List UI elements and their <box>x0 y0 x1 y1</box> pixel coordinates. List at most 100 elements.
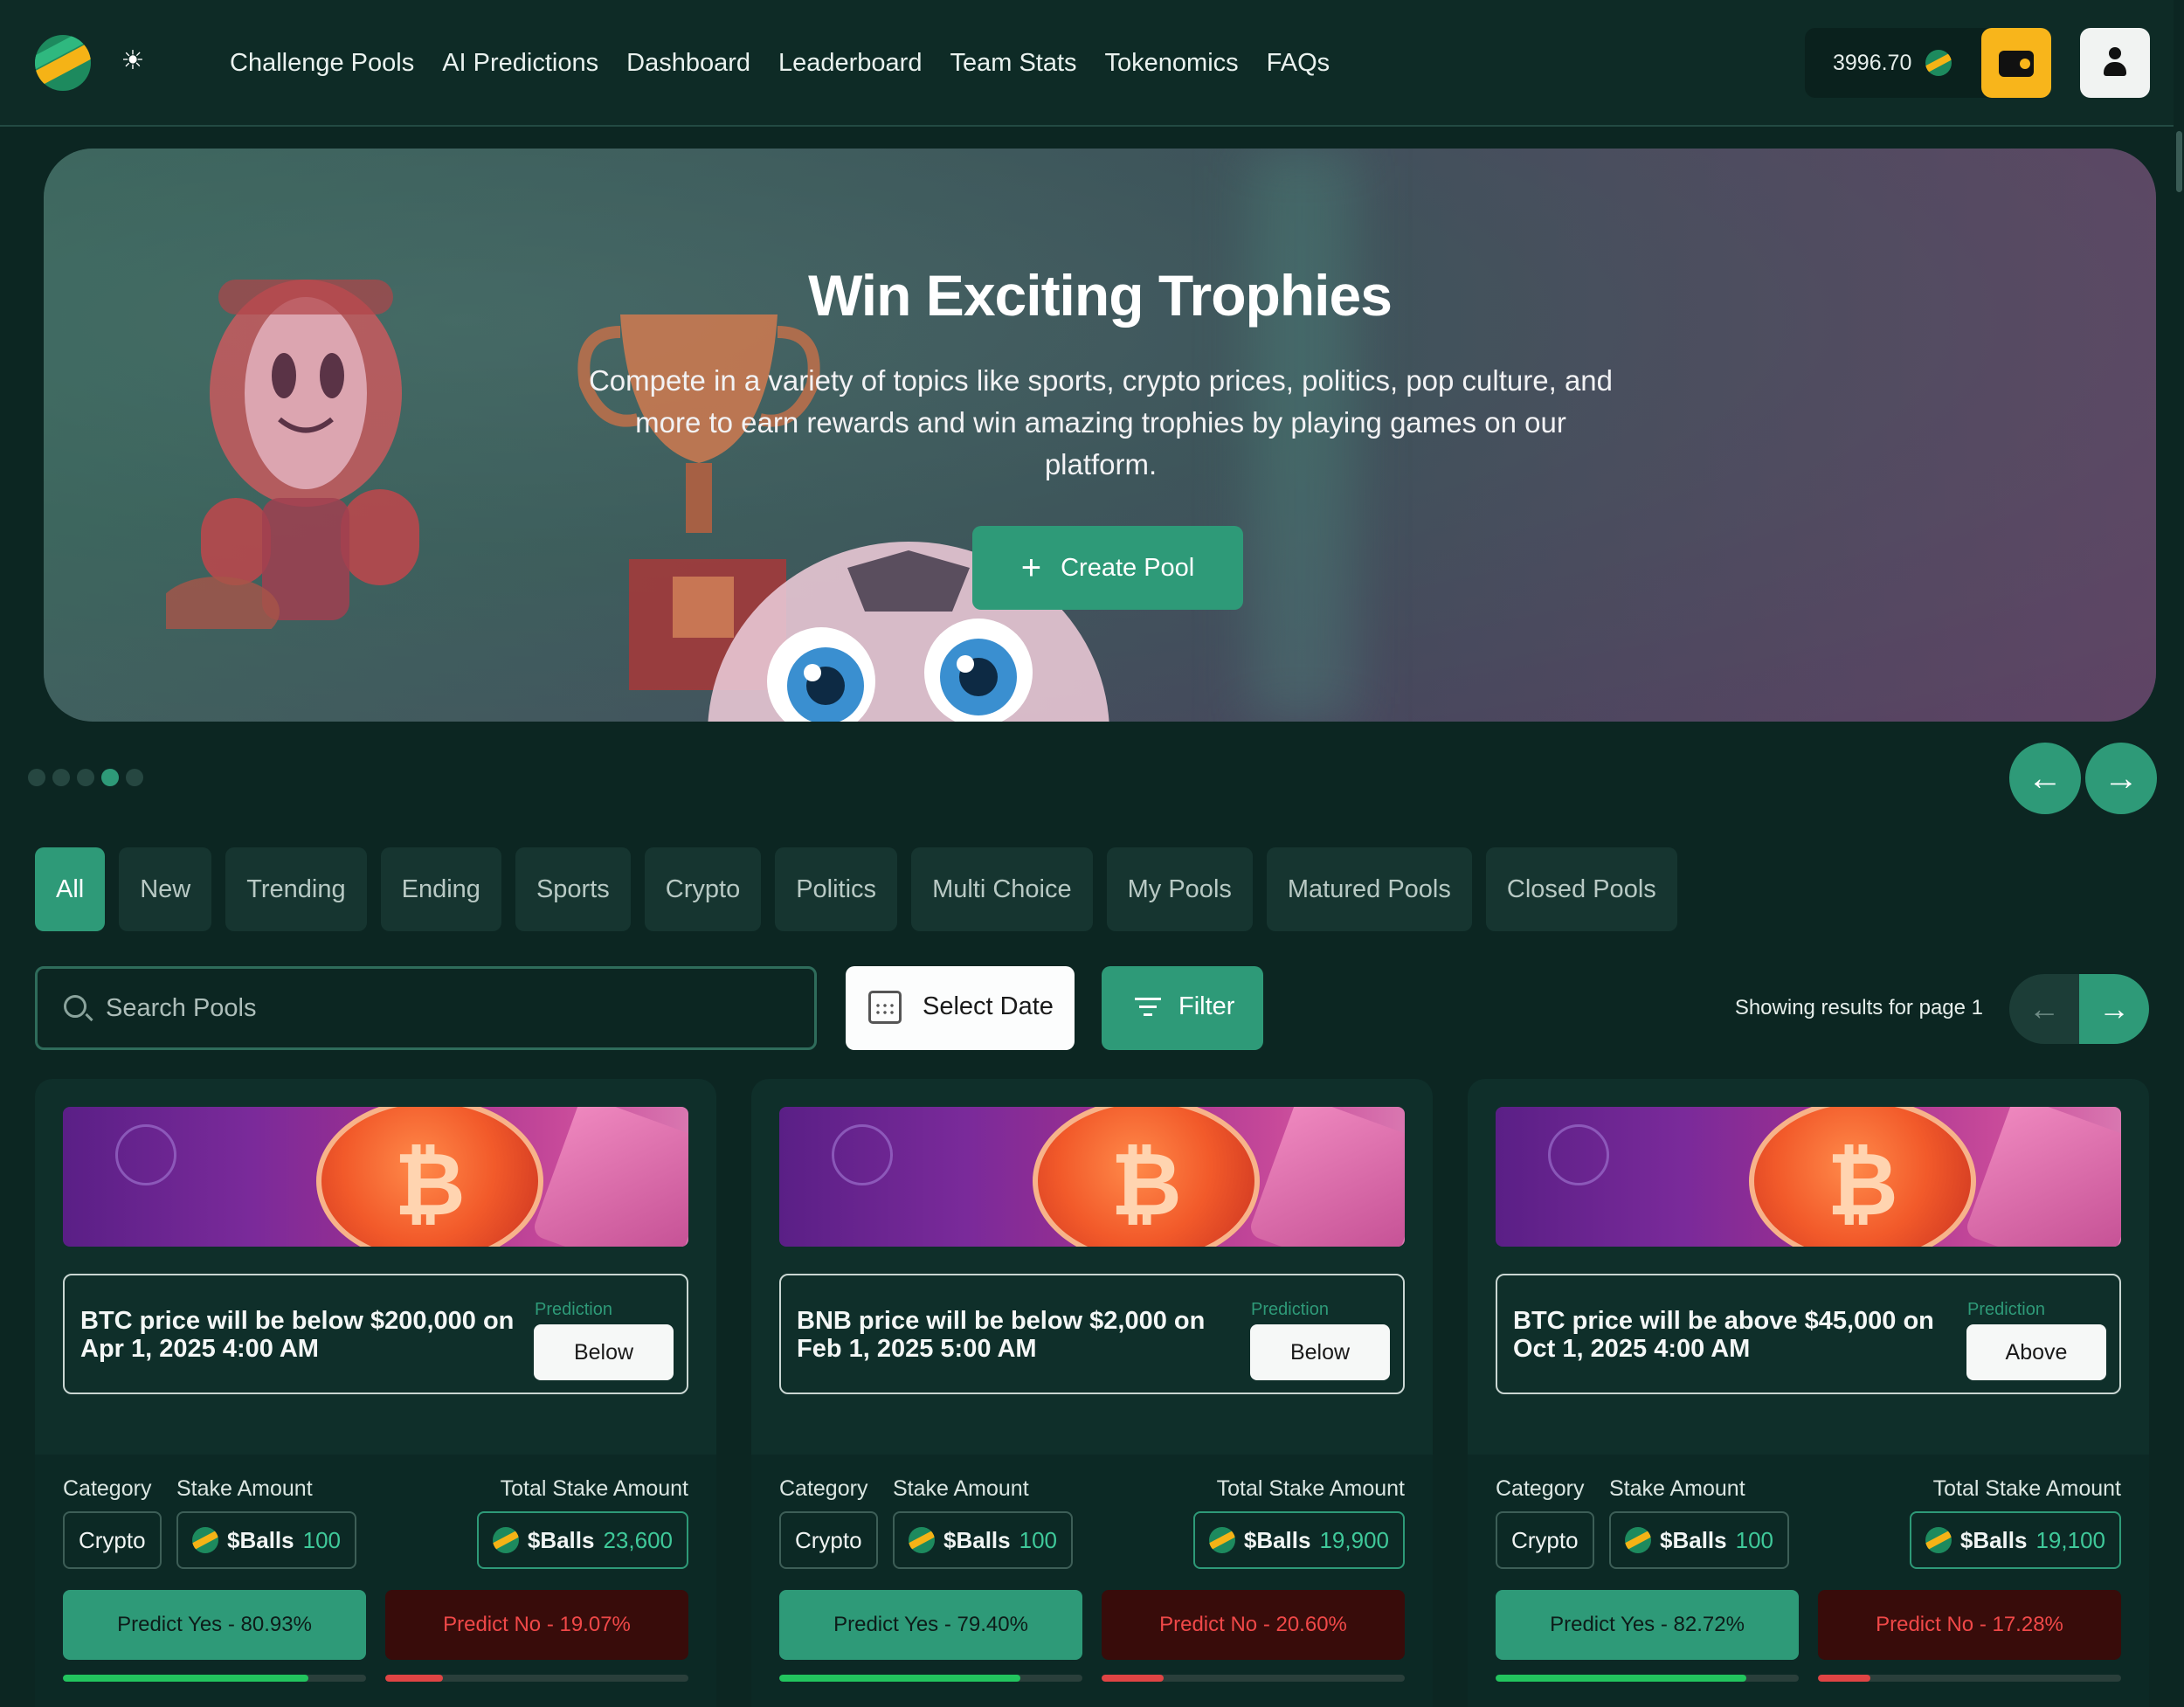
coin-icon <box>192 1527 218 1553</box>
predict-no-button[interactable]: Predict No - 20.60% <box>1102 1590 1405 1660</box>
search-input[interactable] <box>106 969 805 1047</box>
pool-card[interactable]: ₿ BTC price will be above $45,000 on Oct… <box>1468 1079 2149 1707</box>
stake-amount-label: Stake Amount <box>176 1476 313 1501</box>
top-nav: ☀ Challenge Pools AI Predictions Dashboa… <box>0 0 2184 127</box>
coin-icon <box>1625 1527 1651 1553</box>
yes-progress-bar <box>63 1675 366 1682</box>
pool-question: BNB price will be below $2,000 on Feb 1,… <box>797 1307 1206 1363</box>
create-pool-button[interactable]: + Create Pool <box>972 526 1243 610</box>
pool-banner-image: ₿ <box>779 1107 1405 1247</box>
coin-icon <box>1925 50 1952 76</box>
tab-crypto[interactable]: Crypto <box>644 847 762 931</box>
pool-card[interactable]: ₿ BNB price will be below $2,000 on Feb … <box>751 1079 1433 1707</box>
category-badge: Crypto <box>1496 1511 1594 1569</box>
category-value: Crypto <box>79 1526 146 1553</box>
category-label: Category <box>63 1476 152 1501</box>
hero-banner: Win Exciting Trophies Compete in a varie… <box>44 149 2156 722</box>
pool-card[interactable]: ₿ BTC price will be below $200,000 on Ap… <box>35 1079 716 1707</box>
carousel-dots <box>28 769 143 786</box>
coin-icon <box>1208 1527 1235 1553</box>
no-progress-bar <box>1818 1675 2121 1682</box>
user-button[interactable] <box>2080 28 2150 98</box>
stake-amount-label: Stake Amount <box>893 1476 1029 1501</box>
token-name: $Balls <box>1959 1526 2028 1553</box>
tab-multi-choice[interactable]: Multi Choice <box>911 847 1093 931</box>
nav-link-challenge-pools[interactable]: Challenge Pools <box>230 49 414 78</box>
no-progress-fill <box>1102 1675 1165 1682</box>
carousel-next-button[interactable]: → <box>2085 743 2157 814</box>
yes-progress-bar <box>779 1675 1082 1682</box>
nav-link-leaderboard[interactable]: Leaderboard <box>778 49 922 78</box>
pool-question-box: BTC price will be above $45,000 on Oct 1… <box>1496 1274 2121 1394</box>
nav-link-dashboard[interactable]: Dashboard <box>626 49 750 78</box>
predict-no-button[interactable]: Predict No - 17.28% <box>1818 1590 2121 1660</box>
prediction-value: Below <box>534 1324 674 1380</box>
tab-ending[interactable]: Ending <box>380 847 501 931</box>
stake-amount-value: 100 <box>1735 1526 1773 1553</box>
plus-icon: + <box>1020 549 1042 587</box>
tab-closed-pools[interactable]: Closed Pools <box>1485 847 1677 931</box>
filter-button[interactable]: Filter <box>1102 966 1263 1050</box>
category-badge: Crypto <box>63 1511 162 1569</box>
nav-link-team-stats[interactable]: Team Stats <box>950 49 1076 78</box>
search-icon <box>64 995 86 1018</box>
predict-yes-button[interactable]: Predict Yes - 82.72% <box>1496 1590 1799 1660</box>
yes-progress-bar <box>1496 1675 1799 1682</box>
predict-no-button[interactable]: Predict No - 19.07% <box>385 1590 688 1660</box>
pagination: ← → <box>2009 974 2149 1044</box>
tab-my-pools[interactable]: My Pools <box>1106 847 1253 931</box>
tab-new[interactable]: New <box>119 847 212 931</box>
category-value: Crypto <box>1511 1526 1579 1553</box>
token-name: $Balls <box>943 1526 1011 1553</box>
tab-trending[interactable]: Trending <box>225 847 367 931</box>
carousel-dot[interactable] <box>52 769 70 786</box>
token-name: $Balls <box>527 1526 595 1553</box>
carousel-dot[interactable] <box>28 769 45 786</box>
filter-label: Filter <box>1178 992 1235 1020</box>
total-stake-value: 19,900 <box>1319 1526 1389 1553</box>
no-progress-bar <box>385 1675 688 1682</box>
category-label: Category <box>779 1476 868 1501</box>
carousel-dot[interactable] <box>126 769 143 786</box>
nav-links: Challenge Pools AI Predictions Dashboard… <box>230 49 1330 78</box>
select-date-label: Select Date <box>923 992 1054 1020</box>
tab-sports[interactable]: Sports <box>515 847 631 931</box>
page-prev-button[interactable]: ← <box>2009 974 2079 1044</box>
carousel-dot-active[interactable] <box>101 769 119 786</box>
prediction-label: Prediction <box>535 1300 612 1319</box>
pool-question-box: BTC price will be below $200,000 on Apr … <box>63 1274 688 1394</box>
bitcoin-coin-image: ₿ <box>316 1107 543 1247</box>
hero-title: Win Exciting Trophies <box>808 263 1393 328</box>
prediction-value: Above <box>1966 1324 2106 1380</box>
tab-matured-pools[interactable]: Matured Pools <box>1266 847 1472 931</box>
sun-icon[interactable]: ☀ <box>121 48 145 74</box>
nav-link-faqs[interactable]: FAQs <box>1267 49 1330 78</box>
yes-progress-fill <box>1496 1675 1747 1682</box>
user-icon <box>2109 47 2121 59</box>
select-date-button[interactable]: Select Date <box>846 966 1075 1050</box>
scrollbar-thumb[interactable] <box>2176 131 2182 192</box>
arrow-right-icon: → <box>2098 991 2130 1026</box>
carousel-dot[interactable] <box>77 769 94 786</box>
prediction-value: Below <box>1250 1324 1390 1380</box>
page-next-button[interactable]: → <box>2079 974 2149 1044</box>
pool-question: BTC price will be below $200,000 on Apr … <box>80 1307 515 1363</box>
arrow-left-icon: ← <box>2028 758 2063 798</box>
scrollbar[interactable] <box>2174 0 2184 1707</box>
pool-banner-image: ₿ <box>63 1107 688 1247</box>
nav-link-ai-predictions[interactable]: AI Predictions <box>442 49 598 78</box>
category-label: Category <box>1496 1476 1585 1501</box>
no-progress-bar <box>1102 1675 1405 1682</box>
carousel-prev-button[interactable]: ← <box>2009 743 2081 814</box>
total-stake-badge: $Balls 19,100 <box>1909 1511 2121 1569</box>
predict-yes-button[interactable]: Predict Yes - 79.40% <box>779 1590 1082 1660</box>
total-stake-label: Total Stake Amount <box>500 1476 688 1501</box>
stake-amount-label: Stake Amount <box>1609 1476 1745 1501</box>
logo-coin-icon[interactable] <box>35 35 91 91</box>
wallet-button[interactable] <box>1981 28 2051 98</box>
total-stake-label: Total Stake Amount <box>1932 1476 2121 1501</box>
tab-politics[interactable]: Politics <box>775 847 898 931</box>
nav-link-tokenomics[interactable]: Tokenomics <box>1105 49 1239 78</box>
tab-all[interactable]: All <box>35 847 106 931</box>
predict-yes-button[interactable]: Predict Yes - 80.93% <box>63 1590 366 1660</box>
